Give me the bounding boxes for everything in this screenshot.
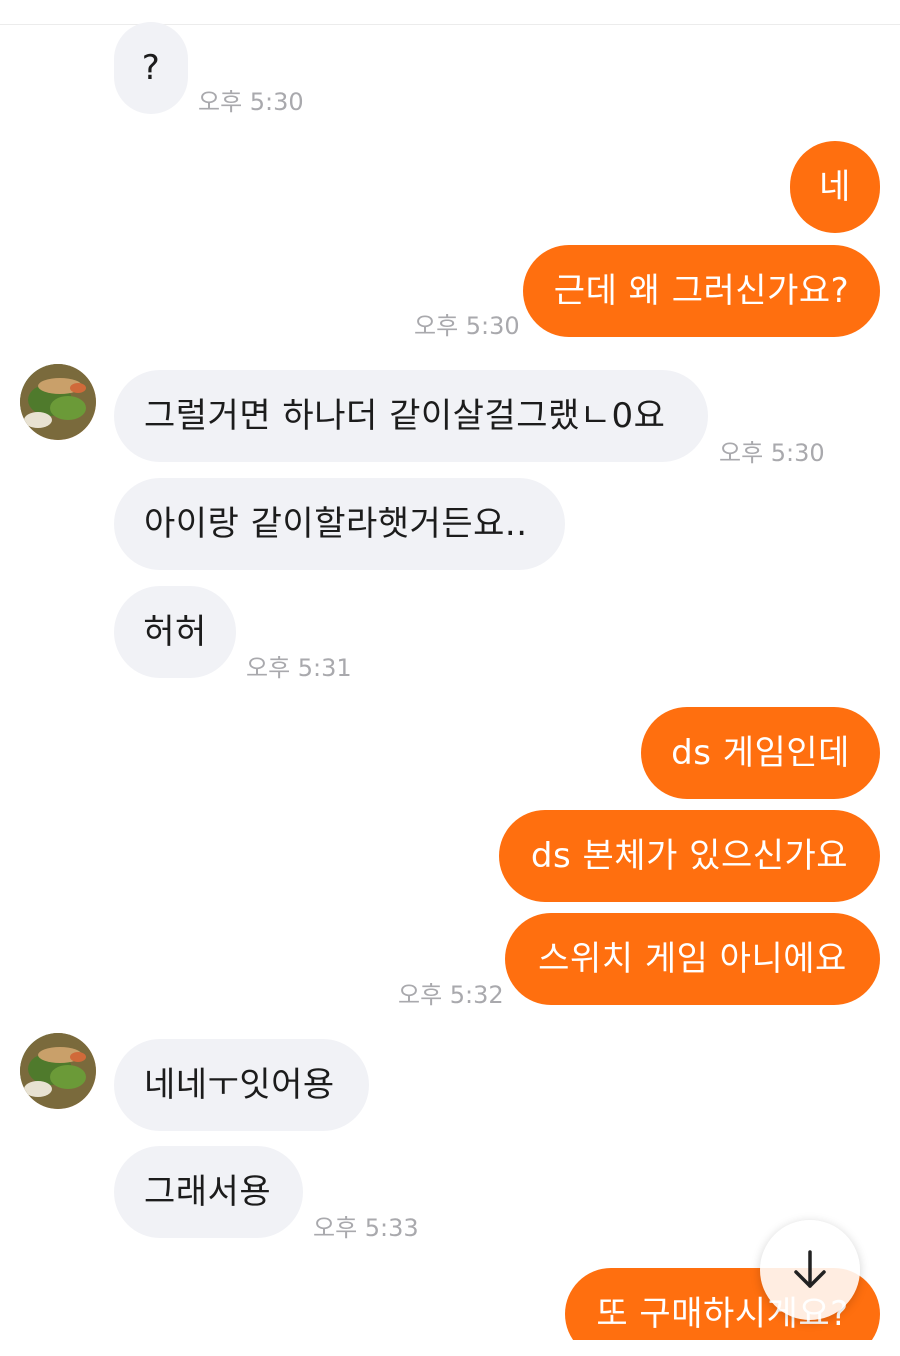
message-timestamp: 오후 5:30 bbox=[414, 312, 520, 340]
message-text: 아이랑 같이할라햇거든요.. bbox=[144, 504, 528, 544]
message-text: ds 게임인데 bbox=[671, 733, 850, 773]
message-timestamp: 오후 5:32 bbox=[398, 981, 504, 1009]
message-text: 그럴거면 하나더 같이살걸그랬ㄴ0요 bbox=[144, 396, 666, 436]
message-text: ? bbox=[141, 48, 161, 88]
arrow-down-icon bbox=[794, 1250, 826, 1288]
message-timestamp: 오후 5:30 bbox=[719, 439, 825, 467]
message-text: 네네ㅜ잇어용 bbox=[144, 1065, 335, 1105]
outgoing-message-bubble[interactable]: ds 본체가 있으신가요 bbox=[499, 810, 880, 902]
message-text: ds 본체가 있으신가요 bbox=[530, 836, 849, 876]
outgoing-message-bubble[interactable]: ds 게임인데 bbox=[641, 707, 880, 799]
message-timestamp: 오후 5:31 bbox=[246, 654, 352, 682]
incoming-message-bubble[interactable]: ? bbox=[114, 22, 188, 114]
message-text: 스위치 게임 아니에요 bbox=[538, 939, 847, 979]
outgoing-message-bubble[interactable]: 근데 왜 그러신가요? bbox=[523, 245, 880, 337]
message-text: 근데 왜 그러신가요? bbox=[553, 271, 850, 311]
outgoing-message-bubble[interactable]: 네 bbox=[790, 141, 880, 233]
user-avatar[interactable] bbox=[20, 1033, 96, 1109]
message-timestamp: 오후 5:33 bbox=[313, 1214, 419, 1242]
bottom-edge bbox=[0, 1340, 900, 1356]
incoming-message-bubble[interactable]: 네네ㅜ잇어용 bbox=[114, 1039, 369, 1131]
avatar-image bbox=[20, 364, 96, 440]
message-text: 네 bbox=[819, 167, 851, 207]
avatar-image bbox=[20, 1033, 96, 1109]
scroll-to-bottom-button[interactable] bbox=[760, 1220, 860, 1320]
chat-thread[interactable]: ? 오후 5:30 네 근데 왜 그러신가요? 오후 5:30 그럴거면 하나더… bbox=[0, 0, 900, 1356]
incoming-message-bubble[interactable]: 아이랑 같이할라햇거든요.. bbox=[114, 478, 565, 570]
message-text: 허허 bbox=[143, 612, 207, 652]
message-timestamp: 오후 5:30 bbox=[198, 88, 304, 116]
incoming-message-bubble[interactable]: 그럴거면 하나더 같이살걸그랬ㄴ0요 bbox=[114, 370, 708, 462]
message-text: 그래서용 bbox=[144, 1172, 272, 1212]
incoming-message-bubble[interactable]: 허허 bbox=[114, 586, 236, 678]
incoming-message-bubble[interactable]: 그래서용 bbox=[114, 1146, 303, 1238]
outgoing-message-bubble[interactable]: 스위치 게임 아니에요 bbox=[505, 913, 880, 1005]
user-avatar[interactable] bbox=[20, 364, 96, 440]
